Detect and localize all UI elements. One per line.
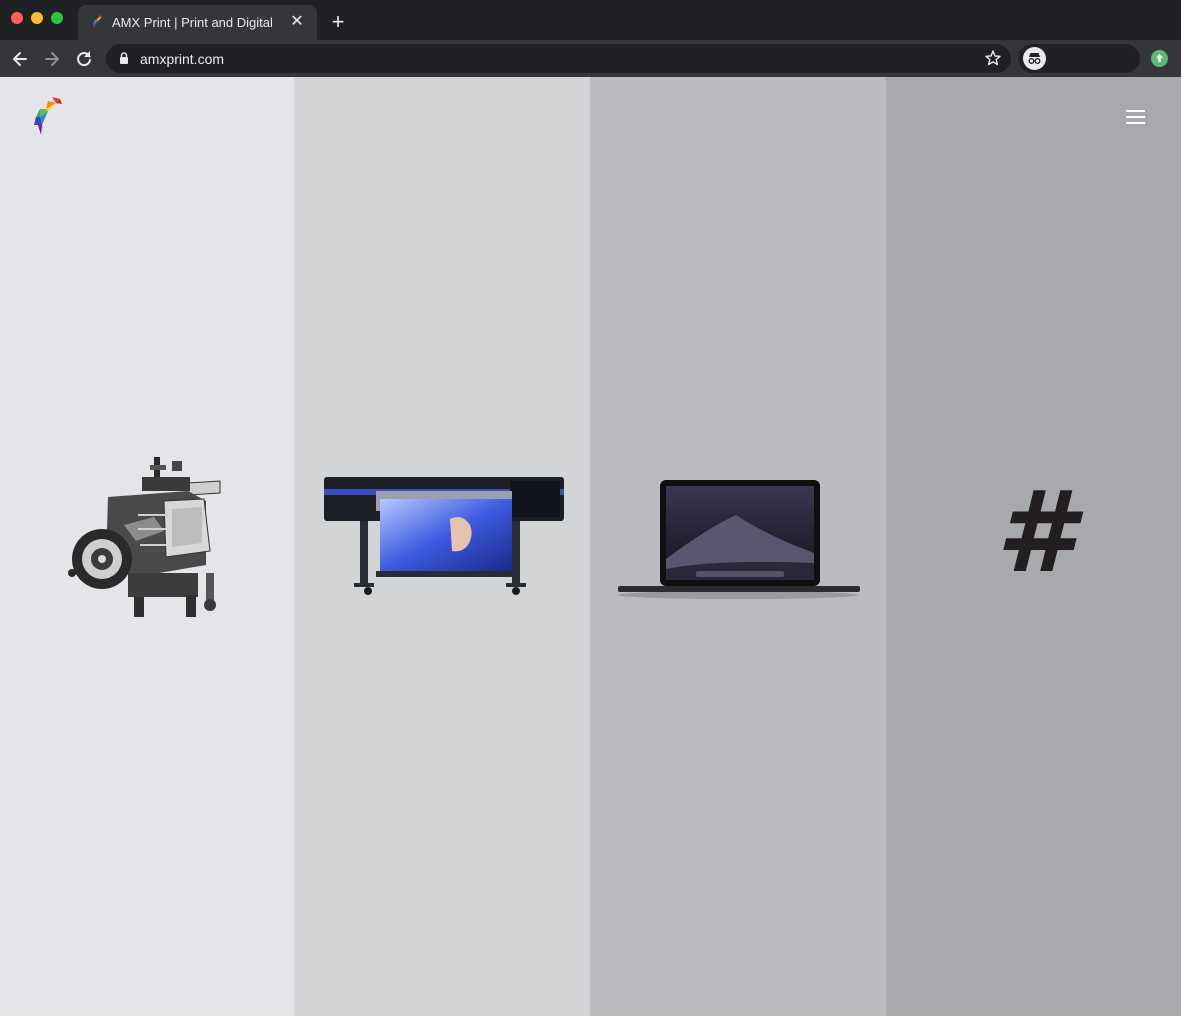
incognito-profile-button[interactable] [1018, 44, 1140, 73]
panel-large-format[interactable] [294, 77, 590, 1016]
lock-icon [120, 52, 128, 64]
address-bar[interactable]: amxprint.com [106, 44, 1011, 73]
panel-social[interactable]: # [886, 77, 1181, 1016]
reload-icon[interactable] [71, 46, 97, 72]
incognito-icon [1023, 47, 1046, 70]
panel-digital[interactable] [590, 77, 886, 1016]
forward-arrow-icon[interactable] [39, 46, 65, 72]
tab-title: AMX Print | Print and Digital [112, 15, 273, 30]
browser-tab-active[interactable]: AMX Print | Print and Digital ✕ [78, 5, 317, 40]
browser-toolbar: amxprint.com [0, 40, 1181, 77]
parrot-logo[interactable] [30, 95, 64, 137]
back-arrow-icon[interactable] [7, 46, 33, 72]
tab-close-icon[interactable]: ✕ [287, 12, 307, 32]
hashtag-glyph: # [996, 468, 1074, 598]
page-viewport: # [0, 77, 1181, 1016]
hamburger-menu-icon[interactable] [1124, 108, 1148, 126]
vintage-printing-press-image [68, 457, 221, 617]
window-close-button[interactable] [11, 12, 23, 24]
window-maximize-button[interactable] [51, 12, 63, 24]
panel-letterpress[interactable] [0, 77, 294, 1016]
new-tab-button[interactable]: + [326, 10, 350, 34]
parrot-favicon-icon [93, 15, 102, 29]
update-icon[interactable] [1151, 50, 1168, 67]
star-icon[interactable] [983, 48, 1003, 68]
url-text[interactable]: amxprint.com [140, 51, 224, 67]
wide-format-printer-image [324, 477, 564, 595]
laptop-image [618, 480, 860, 599]
browser-tab-bar: AMX Print | Print and Digital ✕ + [0, 0, 1181, 40]
window-minimize-button[interactable] [31, 12, 43, 24]
